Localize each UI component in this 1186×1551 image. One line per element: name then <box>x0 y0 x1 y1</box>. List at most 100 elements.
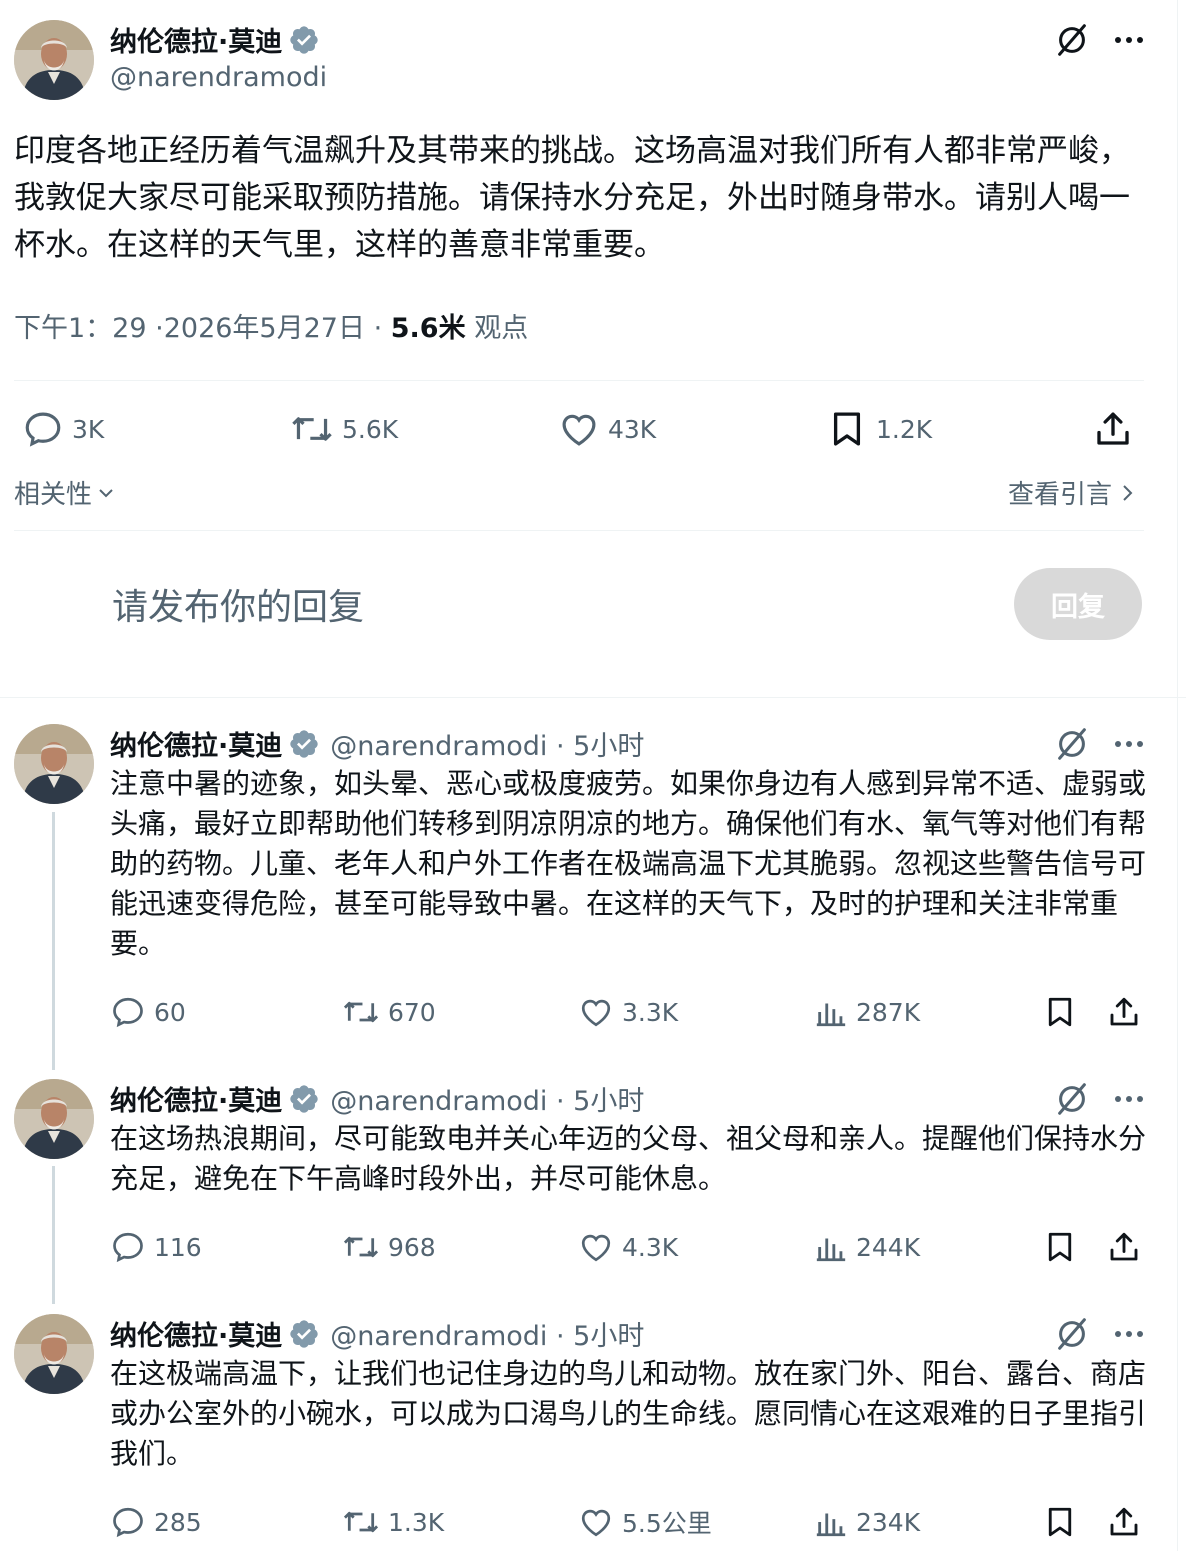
right-border <box>1177 0 1178 1551</box>
tweet-top-actions <box>1052 1314 1146 1354</box>
bookmark-action[interactable] <box>1042 1229 1078 1265</box>
view-quotes-label: 查看引言 <box>1007 480 1112 510</box>
grok-icon[interactable] <box>1052 1079 1092 1119</box>
more-options-icon[interactable] <box>1112 1082 1146 1116</box>
reply-action[interactable]: 3K <box>22 408 104 450</box>
reply-count: 60 <box>154 997 186 1027</box>
reply-icon <box>25 412 61 447</box>
reply-icon <box>113 997 143 1028</box>
view-quotes-link[interactable]: 查看引言 <box>1008 474 1136 511</box>
like-count: 5.5公里 <box>622 1509 712 1538</box>
like-action[interactable]: 43K <box>558 408 656 450</box>
reply-count: 116 <box>154 1232 202 1262</box>
reply-action[interactable]: 116 <box>110 1229 202 1265</box>
author-row: 纳伦德拉·莫迪 @narendramodi · 5小时 <box>110 1314 644 1353</box>
tweet-action-bar: 116 968 4.3K 244K <box>110 1225 1150 1269</box>
retweet-count: 5.6K <box>342 414 399 444</box>
author-handle-time[interactable]: @narendramodi · 5小时 <box>330 724 644 763</box>
share-action[interactable] <box>1106 1504 1142 1540</box>
like-action[interactable]: 5.5公里 <box>578 1504 712 1540</box>
avatar[interactable] <box>14 1079 94 1159</box>
verified-badge-icon[interactable] <box>288 1083 320 1115</box>
like-count: 3.3K <box>622 997 679 1027</box>
like-action[interactable]: 3.3K <box>578 994 678 1030</box>
tweet-action-bar: 3K 5.6K 43K 1.2K <box>22 404 1144 454</box>
retweet-icon <box>343 1511 379 1533</box>
retweet-icon <box>343 1001 379 1023</box>
author-name[interactable]: 纳伦德拉·莫迪 <box>110 20 282 59</box>
avatar[interactable] <box>14 1314 94 1394</box>
avatar[interactable] <box>14 724 94 804</box>
views-count: 244K <box>856 1232 921 1262</box>
reply-icon <box>113 1507 143 1538</box>
retweet-icon <box>292 417 332 441</box>
share-action[interactable] <box>1106 1229 1142 1265</box>
reply-input[interactable]: 请发布你的回复 <box>112 578 364 630</box>
author-row: 纳伦德拉·莫迪 @narendramodi · 5小时 <box>110 1079 644 1118</box>
verified-badge-icon[interactable] <box>288 1318 320 1350</box>
reply-action[interactable]: 285 <box>110 1504 202 1540</box>
tweet-time[interactable]: 下午1：29 <box>14 313 147 344</box>
bookmark-action[interactable] <box>1042 1504 1078 1540</box>
grok-icon[interactable] <box>1052 1314 1092 1354</box>
author-name[interactable]: 纳伦德拉·莫迪 <box>110 1314 282 1353</box>
retweet-action[interactable]: 968 <box>342 1229 436 1265</box>
share-icon <box>1110 1507 1138 1536</box>
tweet-text: 注意中暑的迹象，如头晕、恶心或极度疲劳。如果你身边有人感到异常不适、虚弱或头痛，… <box>110 767 1147 960</box>
retweet-count: 1.3K <box>388 1507 445 1537</box>
retweet-action[interactable]: 670 <box>342 994 436 1030</box>
tweet-action-bar: 60 670 3.3K 287K <box>110 990 1150 1034</box>
more-options-icon[interactable] <box>1112 727 1146 761</box>
share-icon <box>1110 1232 1138 1261</box>
retweet-icon <box>343 1236 379 1258</box>
views-action[interactable]: 287K <box>814 994 920 1030</box>
bookmark-action[interactable]: 1.2K <box>826 408 932 450</box>
reply-count: 3K <box>72 414 105 444</box>
tweet-action-bar: 285 1.3K 5.5公里 234K <box>110 1500 1150 1544</box>
avatar[interactable] <box>14 20 94 100</box>
heart-icon <box>581 1234 611 1262</box>
author-name[interactable]: 纳伦德拉·莫迪 <box>110 724 282 763</box>
analytics-icon <box>816 1513 846 1537</box>
tweet-top-actions <box>1052 20 1146 60</box>
meta-separator: · <box>373 313 383 344</box>
share-action[interactable] <box>1106 994 1142 1030</box>
bookmark-icon <box>833 412 861 446</box>
reply-action[interactable]: 60 <box>110 994 186 1030</box>
views-count: 234K <box>856 1507 921 1537</box>
tweet-date[interactable]: ·2026年5月27日 <box>155 313 365 344</box>
author-handle-time[interactable]: @narendramodi · 5小时 <box>330 1079 644 1118</box>
divider <box>14 380 1144 381</box>
analytics-icon <box>816 1003 846 1027</box>
analytics-icon <box>816 1238 846 1262</box>
bookmark-icon <box>1048 1232 1072 1262</box>
more-options-icon[interactable] <box>1112 23 1146 57</box>
tweet-text: 在这极端高温下，让我们也记住身边的鸟儿和动物。放在家门外、阳台、露台、商店或办公… <box>110 1357 1147 1470</box>
reply-button[interactable]: 回复 <box>1014 568 1142 640</box>
divider <box>14 530 1144 531</box>
verified-badge-icon[interactable] <box>288 24 320 56</box>
grok-icon[interactable] <box>1052 20 1092 60</box>
retweet-action[interactable]: 5.6K <box>290 408 398 450</box>
views-action[interactable]: 244K <box>814 1229 920 1265</box>
views-action[interactable]: 234K <box>814 1504 920 1540</box>
more-options-icon[interactable] <box>1112 1317 1146 1351</box>
tweet-top-actions <box>1052 1079 1146 1119</box>
author-name[interactable]: 纳伦德拉·莫迪 <box>110 1079 282 1118</box>
author-handle[interactable]: @narendramodi <box>110 62 327 93</box>
verified-badge-icon[interactable] <box>288 728 320 760</box>
share-action[interactable] <box>1092 408 1134 450</box>
retweet-count: 968 <box>388 1232 436 1262</box>
views-count: 287K <box>856 997 921 1027</box>
share-icon <box>1097 412 1129 445</box>
bookmark-icon <box>1048 1507 1072 1537</box>
sort-dropdown[interactable]: 相关性 <box>14 474 116 511</box>
retweet-action[interactable]: 1.3K <box>342 1504 444 1540</box>
views-label: 观点 <box>474 313 529 344</box>
thread-line <box>52 1166 55 1304</box>
grok-icon[interactable] <box>1052 724 1092 764</box>
like-action[interactable]: 4.3K <box>578 1229 678 1265</box>
author-handle-time[interactable]: @narendramodi · 5小时 <box>330 1314 644 1353</box>
bookmark-action[interactable] <box>1042 994 1078 1030</box>
bookmark-count: 1.2K <box>876 414 933 444</box>
